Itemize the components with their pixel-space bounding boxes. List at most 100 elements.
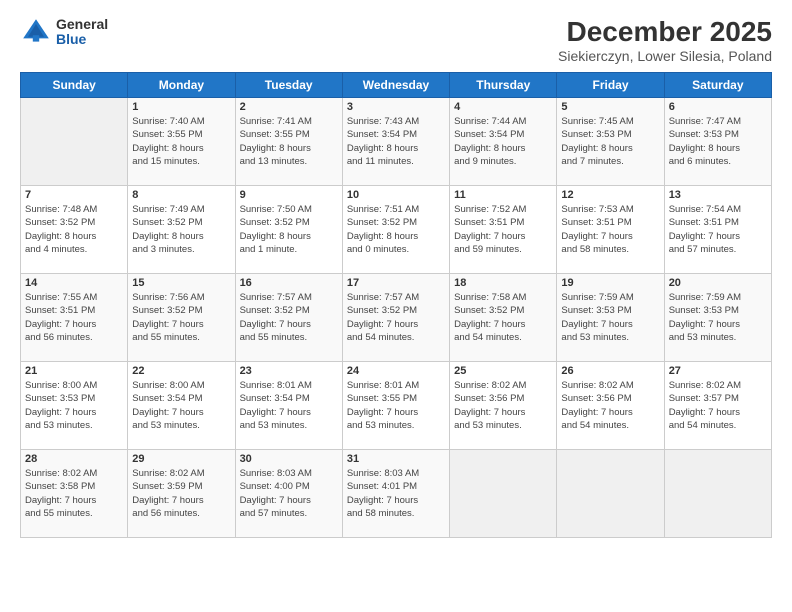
col-sunday: Sunday: [21, 73, 128, 98]
calendar-cell: 12 Sunrise: 7:53 AMSunset: 3:51 PMDayligh…: [557, 186, 664, 274]
calendar-cell: 9 Sunrise: 7:50 AMSunset: 3:52 PMDaylight…: [235, 186, 342, 274]
day-number: 7: [25, 189, 123, 201]
day-number: 15: [132, 277, 230, 289]
logo-icon: [20, 16, 52, 48]
calendar-week-0: 1 Sunrise: 7:40 AMSunset: 3:55 PMDaylight…: [21, 98, 772, 186]
calendar-cell: 26 Sunrise: 8:02 AMSunset: 3:56 PMDayligh…: [557, 362, 664, 450]
day-number: 21: [25, 365, 123, 377]
day-info: Sunrise: 7:52 AMSunset: 3:51 PMDaylight:…: [454, 203, 552, 256]
calendar-cell: 11 Sunrise: 7:52 AMSunset: 3:51 PMDayligh…: [450, 186, 557, 274]
calendar-cell: 27 Sunrise: 8:02 AMSunset: 3:57 PMDayligh…: [664, 362, 771, 450]
calendar-cell: 23Sunrise: 8:01 AMSunset: 3:54 PMDayligh…: [235, 362, 342, 450]
day-info: Sunrise: 7:54 AMSunset: 3:51 PMDaylight:…: [669, 203, 767, 256]
calendar-cell: 13Sunrise: 7:54 AMSunset: 3:51 PMDayligh…: [664, 186, 771, 274]
logo: General Blue: [20, 16, 108, 48]
calendar-cell: 21Sunrise: 8:00 AMSunset: 3:53 PMDayligh…: [21, 362, 128, 450]
day-number: 9: [240, 189, 338, 201]
calendar-cell: 28 Sunrise: 8:02 AMSunset: 3:58 PMDayligh…: [21, 450, 128, 538]
col-tuesday: Tuesday: [235, 73, 342, 98]
calendar-week-2: 14Sunrise: 7:55 AMSunset: 3:51 PMDayligh…: [21, 274, 772, 362]
day-number: 3: [347, 101, 445, 113]
day-info: Sunrise: 7:40 AMSunset: 3:55 PMDaylight:…: [132, 115, 230, 168]
day-number: 10: [347, 189, 445, 201]
month-title: December 2025: [558, 16, 772, 48]
day-info: Sunrise: 7:53 AMSunset: 3:51 PMDaylight:…: [561, 203, 659, 256]
calendar-cell: [21, 98, 128, 186]
day-info: Sunrise: 7:49 AMSunset: 3:52 PMDaylight:…: [132, 203, 230, 256]
day-number: 16: [240, 277, 338, 289]
day-info: Sunrise: 8:01 AMSunset: 3:55 PMDaylight:…: [347, 379, 445, 432]
day-number: 4: [454, 101, 552, 113]
day-number: 12: [561, 189, 659, 201]
calendar-cell: 10 Sunrise: 7:51 AMSunset: 3:52 PMDayligh…: [342, 186, 449, 274]
day-number: 25: [454, 365, 552, 377]
day-number: 2: [240, 101, 338, 113]
day-number: 22: [132, 365, 230, 377]
day-info: Sunrise: 8:02 AMSunset: 3:56 PMDaylight:…: [454, 379, 552, 432]
calendar-week-4: 28 Sunrise: 8:02 AMSunset: 3:58 PMDayligh…: [21, 450, 772, 538]
logo-general-text: General: [56, 17, 108, 32]
day-info: Sunrise: 7:47 AMSunset: 3:53 PMDaylight:…: [669, 115, 767, 168]
calendar-cell: 7 Sunrise: 7:48 AMSunset: 3:52 PMDaylight…: [21, 186, 128, 274]
calendar-cell: 14Sunrise: 7:55 AMSunset: 3:51 PMDayligh…: [21, 274, 128, 362]
day-number: 27: [669, 365, 767, 377]
day-info: Sunrise: 8:01 AMSunset: 3:54 PMDaylight:…: [240, 379, 338, 432]
day-info: Sunrise: 8:02 AMSunset: 3:58 PMDaylight:…: [25, 467, 123, 520]
calendar-cell: 31 Sunrise: 8:03 AMSunset: 4:01 PMDayligh…: [342, 450, 449, 538]
day-number: 19: [561, 277, 659, 289]
day-number: 6: [669, 101, 767, 113]
day-info: Sunrise: 7:44 AMSunset: 3:54 PMDaylight:…: [454, 115, 552, 168]
day-number: 24: [347, 365, 445, 377]
day-info: Sunrise: 7:58 AMSunset: 3:52 PMDaylight:…: [454, 291, 552, 344]
day-number: 31: [347, 453, 445, 465]
day-number: 11: [454, 189, 552, 201]
day-number: 30: [240, 453, 338, 465]
calendar-cell: 3 Sunrise: 7:43 AMSunset: 3:54 PMDaylight…: [342, 98, 449, 186]
calendar-header-row: Sunday Monday Tuesday Wednesday Thursday…: [21, 73, 772, 98]
day-info: Sunrise: 7:51 AMSunset: 3:52 PMDaylight:…: [347, 203, 445, 256]
calendar-cell: 4 Sunrise: 7:44 AMSunset: 3:54 PMDaylight…: [450, 98, 557, 186]
day-number: 26: [561, 365, 659, 377]
calendar-week-3: 21Sunrise: 8:00 AMSunset: 3:53 PMDayligh…: [21, 362, 772, 450]
day-number: 8: [132, 189, 230, 201]
day-info: Sunrise: 7:43 AMSunset: 3:54 PMDaylight:…: [347, 115, 445, 168]
day-number: 5: [561, 101, 659, 113]
day-info: Sunrise: 8:02 AMSunset: 3:57 PMDaylight:…: [669, 379, 767, 432]
day-number: 1: [132, 101, 230, 113]
calendar-cell: 5 Sunrise: 7:45 AMSunset: 3:53 PMDaylight…: [557, 98, 664, 186]
calendar-cell: 30Sunrise: 8:03 AMSunset: 4:00 PMDayligh…: [235, 450, 342, 538]
day-info: Sunrise: 8:00 AMSunset: 3:54 PMDaylight:…: [132, 379, 230, 432]
calendar-cell: 29Sunrise: 8:02 AMSunset: 3:59 PMDayligh…: [128, 450, 235, 538]
calendar-cell: 18Sunrise: 7:58 AMSunset: 3:52 PMDayligh…: [450, 274, 557, 362]
calendar-cell: 1 Sunrise: 7:40 AMSunset: 3:55 PMDaylight…: [128, 98, 235, 186]
calendar-cell: [664, 450, 771, 538]
logo-text: General Blue: [56, 17, 108, 48]
calendar-cell: 20Sunrise: 7:59 AMSunset: 3:53 PMDayligh…: [664, 274, 771, 362]
calendar-cell: 19 Sunrise: 7:59 AMSunset: 3:53 PMDayligh…: [557, 274, 664, 362]
day-info: Sunrise: 7:50 AMSunset: 3:52 PMDaylight:…: [240, 203, 338, 256]
day-info: Sunrise: 7:59 AMSunset: 3:53 PMDaylight:…: [669, 291, 767, 344]
page: General Blue December 2025 Siekierczyn, …: [0, 0, 792, 612]
calendar-table: Sunday Monday Tuesday Wednesday Thursday…: [20, 72, 772, 538]
day-number: 14: [25, 277, 123, 289]
day-info: Sunrise: 7:48 AMSunset: 3:52 PMDaylight:…: [25, 203, 123, 256]
calendar-cell: 17Sunrise: 7:57 AMSunset: 3:52 PMDayligh…: [342, 274, 449, 362]
day-info: Sunrise: 7:59 AMSunset: 3:53 PMDaylight:…: [561, 291, 659, 344]
calendar-cell: 2 Sunrise: 7:41 AMSunset: 3:55 PMDaylight…: [235, 98, 342, 186]
col-wednesday: Wednesday: [342, 73, 449, 98]
col-friday: Friday: [557, 73, 664, 98]
col-thursday: Thursday: [450, 73, 557, 98]
calendar-cell: 24 Sunrise: 8:01 AMSunset: 3:55 PMDayligh…: [342, 362, 449, 450]
logo-blue-text: Blue: [56, 32, 108, 47]
day-info: Sunrise: 8:02 AMSunset: 3:56 PMDaylight:…: [561, 379, 659, 432]
title-block: December 2025 Siekierczyn, Lower Silesia…: [558, 16, 772, 64]
day-number: 28: [25, 453, 123, 465]
day-info: Sunrise: 7:57 AMSunset: 3:52 PMDaylight:…: [240, 291, 338, 344]
calendar-cell: 25 Sunrise: 8:02 AMSunset: 3:56 PMDayligh…: [450, 362, 557, 450]
calendar-cell: 8 Sunrise: 7:49 AMSunset: 3:52 PMDaylight…: [128, 186, 235, 274]
day-number: 29: [132, 453, 230, 465]
day-info: Sunrise: 8:03 AMSunset: 4:01 PMDaylight:…: [347, 467, 445, 520]
location-title: Siekierczyn, Lower Silesia, Poland: [558, 48, 772, 64]
day-info: Sunrise: 7:41 AMSunset: 3:55 PMDaylight:…: [240, 115, 338, 168]
day-info: Sunrise: 7:45 AMSunset: 3:53 PMDaylight:…: [561, 115, 659, 168]
